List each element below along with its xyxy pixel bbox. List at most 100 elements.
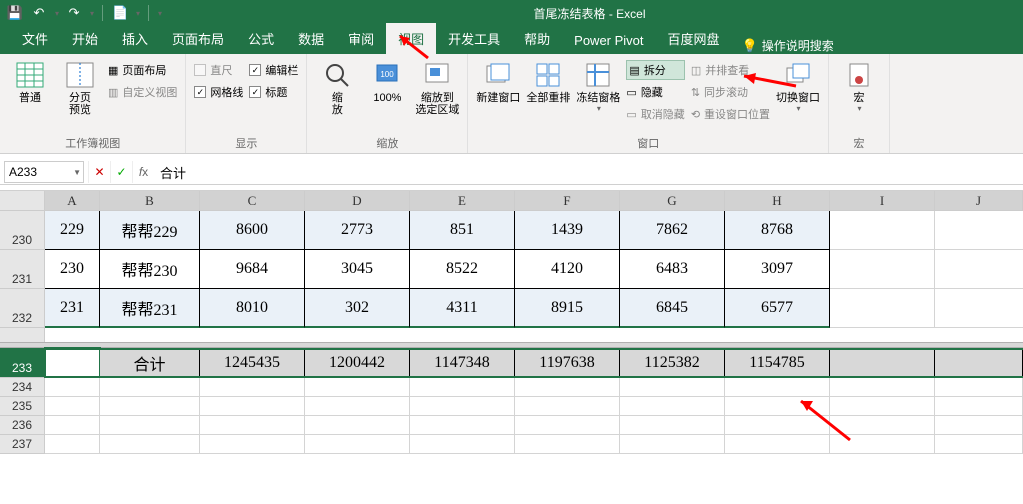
cell[interactable]: 229 [45, 211, 100, 250]
cell[interactable] [830, 348, 935, 378]
col-header-g[interactable]: G [620, 191, 725, 210]
row-header[interactable]: 235 [0, 397, 45, 416]
tab-developer[interactable]: 开发工具 [436, 23, 512, 54]
cell[interactable]: 帮帮231 [100, 289, 200, 328]
cancel-icon[interactable]: ✕ [88, 161, 110, 183]
cell[interactable]: 1439 [515, 211, 620, 250]
tab-data[interactable]: 数据 [286, 23, 336, 54]
cell[interactable]: 6577 [725, 289, 830, 328]
unhide-button[interactable]: ▭取消隐藏 [626, 104, 684, 124]
cell[interactable]: 1147348 [410, 348, 515, 378]
col-header-j[interactable]: J [935, 191, 1023, 210]
cell[interactable]: 8768 [725, 211, 830, 250]
tell-me-search[interactable]: 💡 操作说明搜索 [742, 37, 834, 54]
redo-icon[interactable]: ↷ [65, 4, 83, 22]
spreadsheet-grid[interactable]: A B C D E F G H I J 230 229 帮帮229 8600 2… [0, 191, 1023, 454]
chevron-down-icon[interactable]: ▾ [90, 9, 94, 18]
tab-powerpivot[interactable]: Power Pivot [562, 27, 655, 54]
cell[interactable] [100, 397, 200, 416]
cell[interactable]: 9684 [200, 250, 305, 289]
tab-insert[interactable]: 插入 [110, 23, 160, 54]
cell[interactable]: 2773 [305, 211, 410, 250]
cell[interactable] [620, 397, 725, 416]
row-header[interactable]: 236 [0, 416, 45, 435]
syncscroll-button[interactable]: ⇅同步滚动 [691, 82, 770, 102]
cell[interactable] [935, 211, 1023, 250]
col-header-i[interactable]: I [830, 191, 935, 210]
cell[interactable]: 1245435 [200, 348, 305, 378]
zoom-button[interactable]: 缩 放 [315, 58, 359, 116]
cell[interactable]: 帮帮230 [100, 250, 200, 289]
switchwindow-button[interactable]: 切换窗口 ▾ [776, 58, 820, 113]
pagebreak-button[interactable]: 分页 预览 [58, 58, 102, 116]
macros-button[interactable]: 宏 ▾ [837, 58, 881, 113]
cell[interactable] [620, 378, 725, 397]
cell[interactable] [725, 435, 830, 454]
cell[interactable]: 4311 [410, 289, 515, 328]
cell[interactable] [45, 378, 100, 397]
cell[interactable] [410, 416, 515, 435]
col-header-d[interactable]: D [305, 191, 410, 210]
formulabar-checkbox[interactable]: ✓编辑栏 [249, 60, 298, 80]
customview-button[interactable]: ▥自定义视图 [108, 82, 177, 102]
cell[interactable] [410, 397, 515, 416]
save-icon[interactable]: 💾 [6, 4, 24, 22]
cell[interactable] [830, 416, 935, 435]
sidebyside-button[interactable]: ◫并排查看 [691, 60, 770, 80]
ruler-checkbox[interactable]: 直尺 [194, 60, 243, 80]
cell[interactable] [45, 397, 100, 416]
cell[interactable] [830, 289, 935, 328]
active-cell[interactable] [45, 348, 100, 378]
cell[interactable] [725, 378, 830, 397]
cell[interactable] [305, 416, 410, 435]
cell[interactable]: 帮帮229 [100, 211, 200, 250]
zoomtosel-button[interactable]: 缩放到 选定区域 [415, 58, 459, 116]
row-header[interactable]: 231 [0, 250, 45, 289]
cell[interactable]: 1197638 [515, 348, 620, 378]
cell[interactable] [515, 416, 620, 435]
cell[interactable]: 8915 [515, 289, 620, 328]
chevron-down-icon[interactable]: ▾ [55, 9, 59, 18]
row-header[interactable]: 234 [0, 378, 45, 397]
cell[interactable] [45, 435, 100, 454]
cell[interactable]: 1200442 [305, 348, 410, 378]
row-header[interactable]: 232 [0, 289, 45, 328]
cell[interactable] [515, 378, 620, 397]
tab-pagelayout[interactable]: 页面布局 [160, 23, 236, 54]
touch-mode-icon[interactable]: 📄 [111, 4, 129, 22]
cell[interactable] [935, 289, 1023, 328]
row-header-active[interactable]: 233 [0, 348, 45, 378]
cell[interactable] [620, 435, 725, 454]
cell[interactable] [200, 397, 305, 416]
col-header-e[interactable]: E [410, 191, 515, 210]
cell[interactable] [725, 397, 830, 416]
cell[interactable]: 8522 [410, 250, 515, 289]
cell[interactable] [935, 435, 1023, 454]
normal-view-button[interactable]: 普通 [8, 58, 52, 104]
formula-input[interactable] [154, 161, 1023, 183]
cell[interactable] [830, 397, 935, 416]
cell[interactable]: 8010 [200, 289, 305, 328]
cell[interactable]: 3045 [305, 250, 410, 289]
cell[interactable]: 1125382 [620, 348, 725, 378]
cell[interactable] [305, 397, 410, 416]
cell[interactable] [200, 435, 305, 454]
tab-review[interactable]: 审阅 [336, 23, 386, 54]
cell[interactable] [100, 378, 200, 397]
tab-home[interactable]: 开始 [60, 23, 110, 54]
cell[interactable]: 3097 [725, 250, 830, 289]
cell[interactable] [100, 416, 200, 435]
cell[interactable] [410, 378, 515, 397]
cell[interactable]: 8600 [200, 211, 305, 250]
cell[interactable] [305, 435, 410, 454]
cell[interactable] [100, 435, 200, 454]
cell[interactable]: 7862 [620, 211, 725, 250]
tab-formulas[interactable]: 公式 [236, 23, 286, 54]
tab-help[interactable]: 帮助 [512, 23, 562, 54]
zoom100-button[interactable]: 100 100% [365, 58, 409, 104]
cell[interactable] [935, 416, 1023, 435]
cell[interactable] [830, 250, 935, 289]
cell[interactable]: 4120 [515, 250, 620, 289]
split-button[interactable]: ▤拆分 [626, 60, 684, 80]
cell[interactable] [830, 211, 935, 250]
